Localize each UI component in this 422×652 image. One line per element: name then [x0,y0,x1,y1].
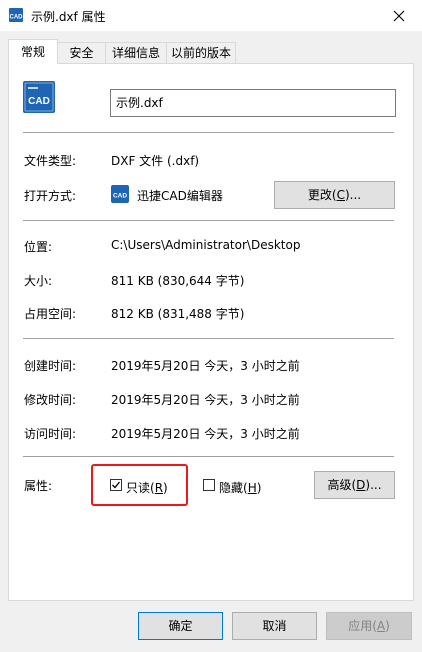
accessed-value: 2019年5月20日 今天，3 小时之前 [111,427,300,441]
svg-text:CAD: CAD [10,15,24,21]
hidden-label[interactable]: 隐藏(H) [219,479,261,496]
close-icon [393,10,405,21]
close-button[interactable] [376,0,422,31]
file-type-label: 文件类型: [24,154,77,168]
separator [23,338,394,339]
separator [23,220,394,221]
file-name-value: 示例.dxf [116,96,163,110]
open-with-label: 打开方式: [24,189,77,203]
separator [23,132,394,133]
svg-text:CAD: CAD [28,96,50,107]
window-title: 示例.dxf 属性 [31,10,106,24]
svg-text:CAD: CAD [113,193,127,200]
size-label: 大小: [24,274,53,288]
apply-button[interactable]: 应用(A) [326,612,412,640]
modified-value: 2019年5月20日 今天，3 小时之前 [111,393,300,407]
cad-file-large-icon: CAD [23,81,55,113]
open-with-app-name: 迅捷CAD编辑器 [137,189,223,203]
tab-details[interactable]: 详细信息 [105,42,167,63]
advanced-button[interactable]: 高级(D)... [314,471,395,499]
tab-general[interactable]: 常规 [8,39,58,64]
general-panel [8,63,414,601]
file-type-value: DXF 文件 (.dxf) [111,154,200,168]
readonly-highlight-box [91,464,188,506]
separator [23,456,394,457]
location-label: 位置: [24,240,53,254]
location-value: C:\Users\Administrator\Desktop [111,238,301,252]
size-on-disk-label: 占用空间: [24,307,77,321]
cancel-button[interactable]: 取消 [232,612,317,640]
hidden-checkbox[interactable] [203,479,215,491]
modified-label: 修改时间: [24,393,77,407]
size-on-disk-value: 812 KB (831,488 字节) [111,307,245,321]
accessed-label: 访问时间: [24,427,77,441]
cad-file-icon: CAD [9,8,24,22]
ok-button[interactable]: 确定 [138,612,223,640]
created-value: 2019年5月20日 今天，3 小时之前 [111,359,300,373]
created-label: 创建时间: [24,359,77,373]
size-value: 811 KB (830,644 字节) [111,274,245,288]
change-button[interactable]: 更改(C)... [274,181,395,209]
tab-security[interactable]: 安全 [57,42,106,63]
cad-editor-app-icon: CAD [111,185,129,203]
tab-previous-versions[interactable]: 以前的版本 [166,42,236,63]
file-name-field[interactable]: 示例.dxf [110,89,396,117]
attributes-label: 属性: [24,479,53,493]
title-bar: CAD 示例.dxf 属性 [0,0,422,31]
